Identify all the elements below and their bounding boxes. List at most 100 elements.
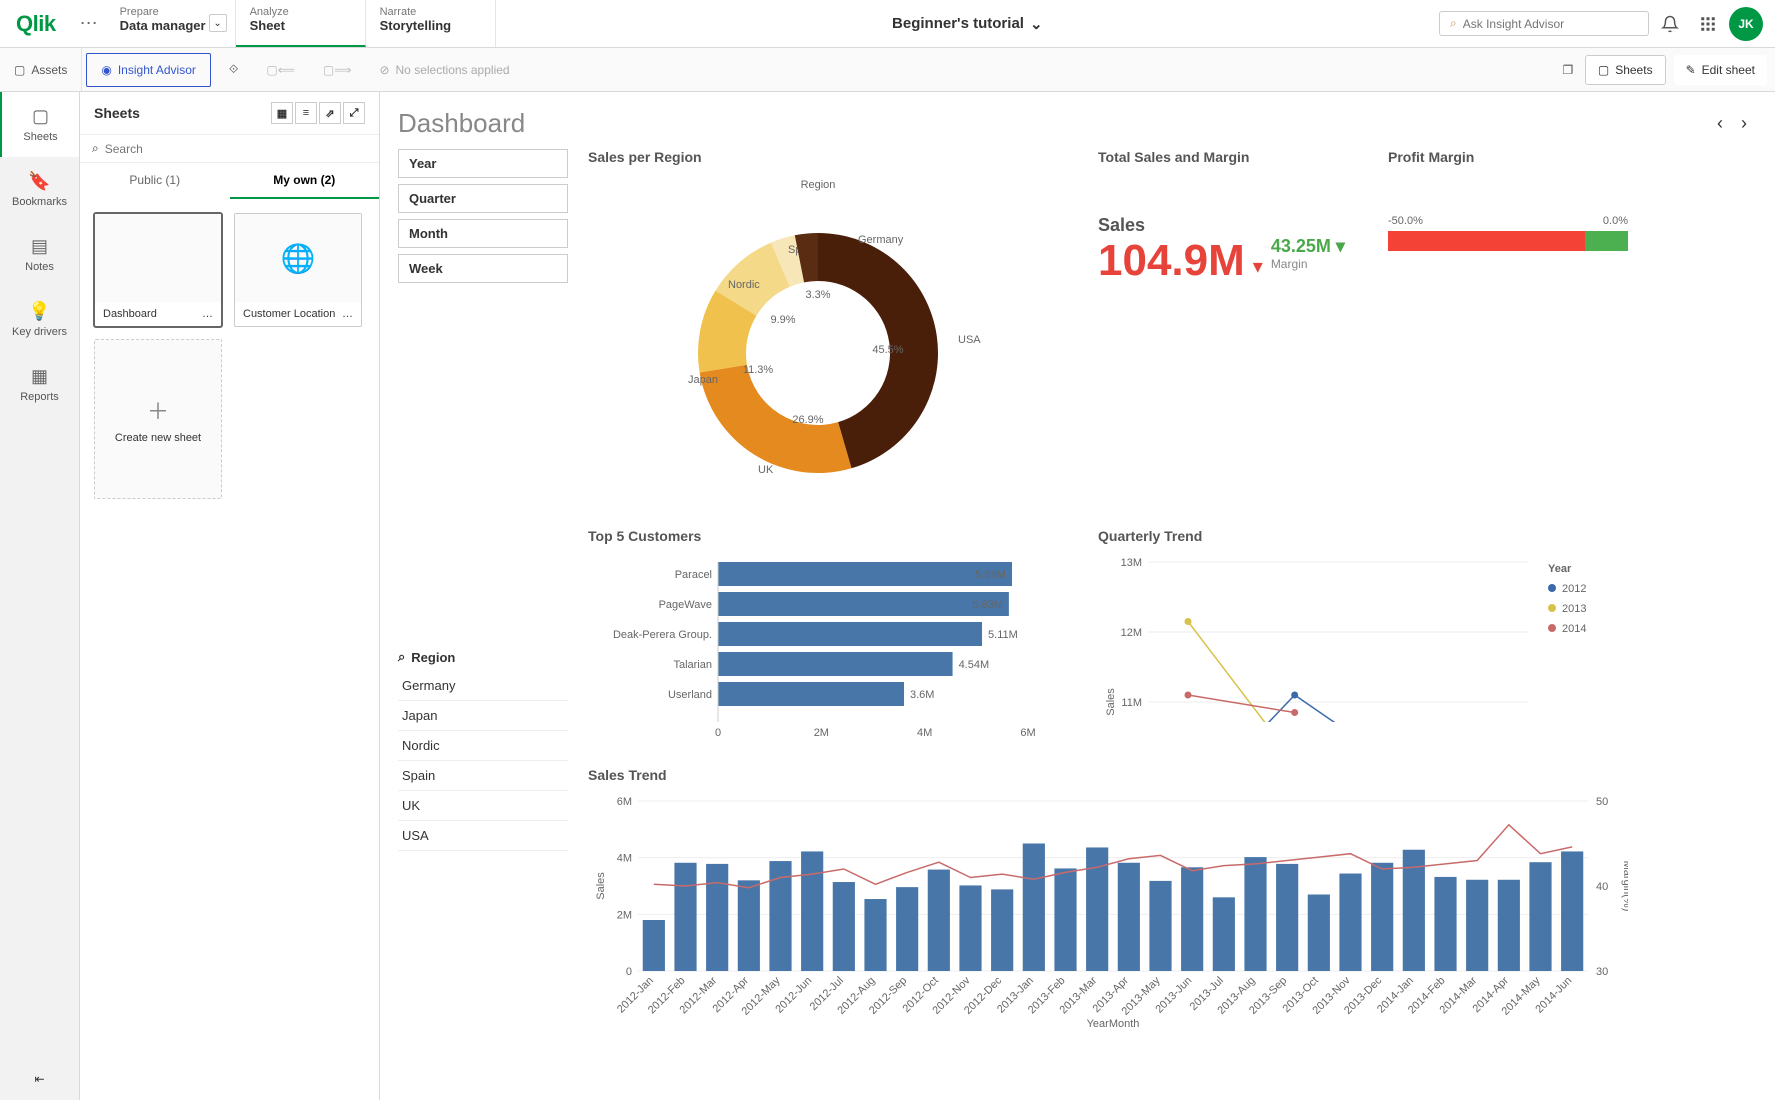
trend-down-icon: ▾: [1253, 254, 1263, 279]
svg-text:4M: 4M: [917, 727, 932, 739]
filter-month[interactable]: Month: [398, 219, 568, 248]
top-bar: Qlik ⋯ Prepare Data manager ⌄ Analyze Sh…: [0, 0, 1775, 48]
rail-item-reports[interactable]: ▦Reports: [0, 352, 79, 417]
sheets-panel: Sheets ▦ ≡ ⇗ ⤢ ⌕ Public (1) My own (2) D…: [80, 92, 380, 1100]
sheet-name: Dashboard: [103, 308, 157, 320]
create-label: Create new sheet: [115, 432, 201, 444]
nav-label: Narrate: [380, 6, 481, 18]
sheet-search-input[interactable]: [105, 142, 367, 156]
region-item[interactable]: UK: [398, 791, 568, 821]
list-view-button[interactable]: ≡: [295, 102, 317, 124]
svg-text:11M: 11M: [1121, 697, 1142, 709]
svg-text:6M: 6M: [617, 796, 632, 808]
region-item[interactable]: Japan: [398, 701, 568, 731]
rail-item-notes[interactable]: ▤Notes: [0, 222, 79, 287]
chart-title: Sales per Region: [588, 149, 1068, 165]
smart-select-button[interactable]: ⟐: [215, 48, 252, 91]
filter-year[interactable]: Year: [398, 149, 568, 178]
insight-search[interactable]: ⌕: [1439, 11, 1649, 36]
smart-select-icon: ⟐: [229, 62, 238, 77]
create-sheet-button[interactable]: ＋ Create new sheet: [94, 339, 222, 499]
region-title: Region: [411, 650, 455, 665]
clear-selections: ⊘ No selections applied: [365, 48, 523, 91]
insight-icon: ◉: [101, 63, 111, 77]
combo-chart: 02M4M6M3040502012-Jan2012-Feb2012-Mar201…: [588, 791, 1628, 1031]
notifications-icon[interactable]: [1653, 7, 1687, 41]
filter-week[interactable]: Week: [398, 254, 568, 283]
more-icon[interactable]: …: [202, 308, 213, 320]
edit-sheet-button[interactable]: ✎ Edit sheet: [1674, 55, 1767, 85]
chart-quarterly[interactable]: Quarterly Trend 9M10M11M12M13MQ1Q2Q3Q4Sa…: [1098, 528, 1638, 745]
app-logo: Qlik: [0, 0, 72, 47]
chart-title: Sales Trend: [588, 767, 1628, 783]
svg-text:Talarian: Talarian: [673, 659, 712, 671]
user-avatar[interactable]: JK: [1729, 7, 1763, 41]
kpi-sales-label: Sales: [1098, 215, 1358, 236]
chevron-down-icon: ⌄: [1030, 15, 1043, 33]
svg-text:Userland: Userland: [668, 689, 712, 701]
main: ▢Sheets 🔖Bookmarks ▤Notes 💡Key drivers ▦…: [0, 92, 1775, 1100]
chevron-down-icon[interactable]: ⌄: [209, 14, 227, 32]
kpi-sales-value: 104.9M: [1098, 236, 1245, 286]
more-menu[interactable]: ⋯: [72, 0, 106, 47]
page-title: Dashboard: [398, 108, 525, 139]
nav-value: Sheet: [250, 18, 351, 33]
nav-analyze[interactable]: Analyze Sheet: [236, 0, 366, 47]
chart-top5[interactable]: Top 5 Customers Paracel5.69MPageWave5.63…: [588, 528, 1068, 745]
pin-button[interactable]: ⇗: [319, 102, 341, 124]
grid-view-button[interactable]: ▦: [271, 102, 293, 124]
insight-search-input[interactable]: [1463, 17, 1638, 31]
filter-quarter[interactable]: Quarter: [398, 184, 568, 213]
region-item[interactable]: Spain: [398, 761, 568, 791]
svg-text:Sales: Sales: [595, 872, 607, 900]
tab-myown[interactable]: My own (2): [230, 163, 380, 199]
svg-text:2M: 2M: [617, 909, 632, 921]
svg-text:5.69M: 5.69M: [975, 569, 1006, 581]
search-icon: ⌕: [92, 141, 99, 156]
svg-text:Region: Region: [801, 179, 836, 191]
apps-grid-icon[interactable]: [1691, 7, 1725, 41]
sheets-dropdown[interactable]: ▢ Sheets: [1585, 55, 1666, 85]
panel-search[interactable]: ⌕: [80, 135, 379, 163]
chart-sales-per-region[interactable]: Sales per Region RegionUSA45.5%UK26.9%Ja…: [588, 149, 1068, 506]
step-back-button[interactable]: ▢⟸: [252, 48, 309, 91]
prev-sheet-button[interactable]: ‹: [1717, 113, 1723, 134]
chart-title: Total Sales and Margin: [1098, 149, 1358, 165]
nav-narrate[interactable]: Narrate Storytelling: [366, 0, 496, 47]
rail-item-keydrivers[interactable]: 💡Key drivers: [0, 287, 79, 352]
region-item[interactable]: USA: [398, 821, 568, 851]
sheet-card-dashboard[interactable]: Dashboard …: [94, 213, 222, 327]
svg-text:2014: 2014: [1562, 623, 1586, 635]
assets-button[interactable]: ▢ Assets: [0, 48, 82, 91]
svg-text:USA: USA: [958, 334, 981, 346]
app-title-dropdown[interactable]: Beginner's tutorial ⌄: [496, 0, 1439, 47]
insight-advisor-button[interactable]: ◉ Insight Advisor: [86, 53, 211, 87]
rail-item-bookmarks[interactable]: 🔖Bookmarks: [0, 157, 79, 222]
region-item[interactable]: Germany: [398, 671, 568, 701]
assets-label: Assets: [31, 63, 67, 77]
bookmark-bar-icon[interactable]: ❐: [1551, 53, 1585, 87]
region-item[interactable]: Nordic: [398, 731, 568, 761]
svg-text:0: 0: [715, 727, 721, 739]
step-forward-button[interactable]: ▢⟹: [309, 48, 366, 91]
tab-public[interactable]: Public (1): [80, 163, 230, 199]
svg-text:2013: 2013: [1562, 603, 1586, 615]
collapse-rail-button[interactable]: ⇤: [34, 1058, 44, 1100]
rail-item-sheets[interactable]: ▢Sheets: [0, 92, 79, 157]
expand-button[interactable]: ⤢: [343, 102, 365, 124]
svg-text:45.5%: 45.5%: [872, 344, 903, 356]
svg-text:2M: 2M: [814, 727, 829, 739]
gauge-bar: [1388, 231, 1628, 251]
sheet-card-customer-location[interactable]: 🌐 Customer Location…: [234, 213, 362, 327]
nav-label: Analyze: [250, 6, 351, 18]
panel-title: Sheets: [94, 105, 140, 121]
svg-text:5.63M: 5.63M: [972, 599, 1003, 611]
nav-prepare[interactable]: Prepare Data manager ⌄: [106, 0, 236, 47]
kpi-margin-label: Margin: [1271, 257, 1345, 271]
hbar-chart: Paracel5.69MPageWave5.63MDeak-Perera Gro…: [588, 552, 1068, 742]
chart-sales-trend[interactable]: Sales Trend 02M4M6M3040502012-Jan2012-Fe…: [588, 767, 1628, 1034]
search-icon: ⌕: [398, 649, 405, 665]
next-sheet-button[interactable]: ›: [1741, 113, 1747, 134]
more-icon[interactable]: …: [342, 308, 353, 320]
line-chart: 9M10M11M12M13MQ1Q2Q3Q4SalesYear201220132…: [1098, 392, 1638, 722]
